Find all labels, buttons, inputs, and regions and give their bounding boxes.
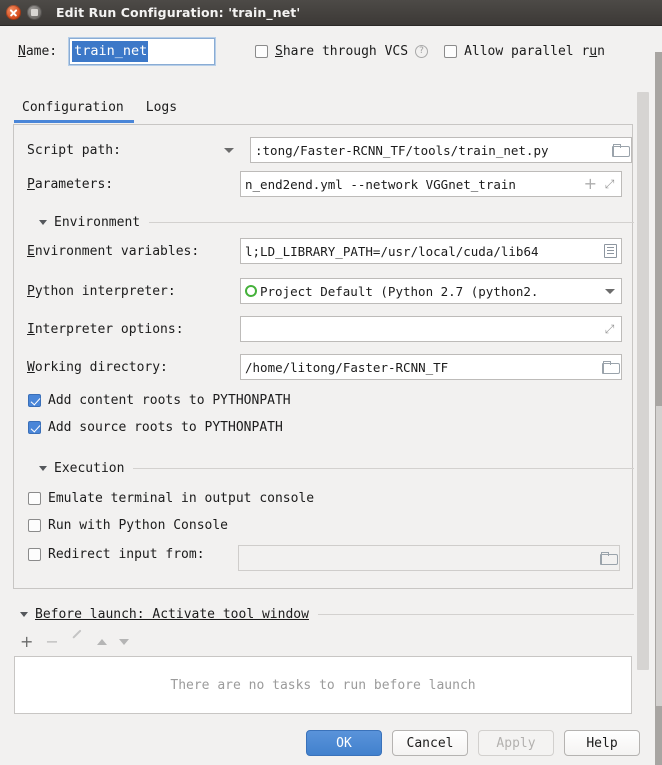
configuration-panel: Script path: :tong/Faster-RCNN_TF/tools/…: [13, 125, 634, 589]
options-row: Share through VCS ? Allow parallel run: [255, 34, 605, 68]
add-source-roots-label: Add source roots to PYTHONPATH: [48, 420, 283, 435]
add-source-roots-checkbox-box[interactable]: [28, 421, 41, 434]
environment-section-header[interactable]: Environment: [27, 213, 634, 231]
arrow-down-icon[interactable]: [118, 639, 129, 645]
script-path-label: Script path:: [27, 142, 121, 158]
chevron-down-icon[interactable]: [39, 465, 47, 471]
name-input[interactable]: train_net: [69, 37, 216, 65]
window-title: Edit Run Configuration: 'train_net': [56, 5, 301, 20]
expand-icon[interactable]: ⤢: [603, 322, 616, 336]
redirect-input-path-input[interactable]: [238, 545, 620, 571]
allow-parallel-label: Allow parallel run: [464, 43, 605, 59]
parameters-row: Parameters: n_end2end.yml --network VGGn…: [14, 170, 634, 198]
python-interpreter-value: Project Default (Python 2.7 (python2.: [260, 283, 539, 299]
interpreter-options-input[interactable]: ⤢: [240, 316, 622, 342]
script-path-value: :tong/Faster-RCNN_TF/tools/train_net.py: [255, 142, 549, 158]
working-directory-value: /home/litong/Faster-RCNN_TF: [245, 359, 449, 375]
close-icon[interactable]: [6, 5, 21, 20]
python-interpreter-label: Python interpreter:: [27, 283, 176, 299]
before-launch-section-header[interactable]: Before launch: Activate tool window: [0, 607, 638, 622]
working-directory-row: Working directory: /home/litong/Faster-R…: [14, 353, 634, 381]
interpreter-options-label: Interpreter options:: [27, 321, 184, 337]
name-input-value: train_net: [72, 40, 149, 62]
environment-variables-label: Environment variables:: [27, 243, 200, 259]
script-path-input[interactable]: :tong/Faster-RCNN_TF/tools/train_net.py: [250, 137, 632, 163]
python-icon: [245, 285, 257, 297]
before-launch-title: Before launch: Activate tool window: [35, 607, 309, 622]
share-vcs-label: Share through VCS: [275, 43, 409, 59]
section-divider: [317, 614, 638, 615]
section-divider: [149, 221, 634, 223]
apply-button[interactable]: Apply: [478, 730, 554, 756]
working-directory-input[interactable]: /home/litong/Faster-RCNN_TF: [240, 354, 622, 380]
parameters-input[interactable]: n_end2end.yml --network VGGnet_train + ⤢: [240, 171, 622, 197]
emulate-terminal-checkbox[interactable]: Emulate terminal in output console: [28, 491, 314, 506]
environment-section-title: Environment: [54, 214, 141, 230]
before-launch-toolbar: + −: [20, 634, 129, 650]
name-label: Name:: [18, 43, 58, 59]
execution-section-title: Execution: [54, 460, 125, 476]
before-launch-task-list[interactable]: There are no tasks to run before launch: [14, 656, 632, 714]
environment-variables-value: l;LD_LIBRARY_PATH=/usr/local/cuda/lib64: [245, 243, 539, 259]
tab-configuration[interactable]: Configuration: [14, 98, 134, 123]
arrow-up-icon[interactable]: [96, 639, 107, 645]
python-interpreter-select[interactable]: Project Default (Python 2.7 (python2.: [240, 278, 622, 304]
execution-section-header[interactable]: Execution: [27, 459, 634, 477]
run-with-python-console-checkbox[interactable]: Run with Python Console: [28, 518, 228, 533]
tab-logs[interactable]: Logs: [146, 98, 177, 121]
run-with-python-console-label: Run with Python Console: [48, 518, 229, 533]
edit-run-configuration-dialog: Name: train_net Share through VCS ? Allo…: [0, 26, 662, 765]
share-vcs-checkbox-box[interactable]: [255, 44, 268, 58]
plus-icon[interactable]: +: [584, 176, 597, 192]
allow-parallel-checkbox-box[interactable]: [444, 44, 458, 58]
help-icon[interactable]: ?: [415, 44, 429, 58]
add-task-button[interactable]: +: [20, 634, 33, 650]
interpreter-options-row: Interpreter options: ⤢: [14, 315, 634, 343]
add-content-roots-label: Add content roots to PYTHONPATH: [48, 393, 291, 408]
parameters-value: n_end2end.yml --network VGGnet_train: [245, 176, 516, 192]
emulate-terminal-label: Emulate terminal in output console: [48, 491, 315, 506]
add-content-roots-checkbox[interactable]: Add content roots to PYTHONPATH: [28, 393, 291, 408]
ok-button[interactable]: OK: [306, 730, 382, 756]
redirect-input-checkbox-box[interactable]: [28, 548, 41, 561]
chevron-down-icon[interactable]: [605, 288, 615, 294]
remove-task-button[interactable]: −: [45, 634, 58, 650]
redirect-input-label: Redirect input from:: [48, 547, 205, 562]
add-source-roots-checkbox[interactable]: Add source roots to PYTHONPATH: [28, 420, 283, 435]
parameters-label: Parameters:: [27, 176, 114, 192]
redirect-input-checkbox[interactable]: Redirect input from:: [28, 547, 205, 562]
cancel-button[interactable]: Cancel: [392, 730, 468, 756]
share-through-vcs-checkbox[interactable]: Share through VCS: [255, 44, 408, 59]
help-button[interactable]: Help: [564, 730, 640, 756]
list-icon[interactable]: [604, 244, 617, 258]
expand-icon[interactable]: ⤢: [603, 177, 616, 191]
maximize-icon[interactable]: [27, 5, 42, 20]
dialog-button-bar: OK Cancel Apply Help: [0, 721, 662, 765]
folder-icon[interactable]: [600, 552, 618, 565]
emulate-terminal-checkbox-box[interactable]: [28, 492, 41, 505]
pencil-icon[interactable]: [71, 635, 85, 649]
allow-parallel-run-checkbox[interactable]: Allow parallel run: [444, 44, 605, 59]
folder-icon[interactable]: [602, 361, 620, 374]
before-launch-empty-message: There are no tasks to run before launch: [170, 677, 476, 693]
chevron-down-icon[interactable]: [39, 219, 47, 225]
vertical-scrollbar-thumb[interactable]: [637, 92, 649, 670]
environment-variables-row: Environment variables: l;LD_LIBRARY_PATH…: [14, 237, 634, 265]
background-window-peek: [656, 406, 662, 706]
window-titlebar: Edit Run Configuration: 'train_net': [0, 0, 662, 26]
working-directory-label: Working directory:: [27, 359, 168, 375]
folder-icon[interactable]: [612, 144, 630, 157]
add-content-roots-checkbox-box[interactable]: [28, 394, 41, 407]
python-interpreter-row: Python interpreter: Project Default (Pyt…: [14, 277, 634, 305]
tab-bar: Configuration Logs: [0, 98, 662, 124]
vertical-scrollbar-track[interactable]: [634, 81, 654, 710]
chevron-down-icon[interactable]: [20, 612, 28, 617]
run-with-python-console-checkbox-box[interactable]: [28, 519, 41, 532]
script-path-row: Script path: :tong/Faster-RCNN_TF/tools/…: [14, 136, 634, 164]
section-divider: [133, 467, 634, 469]
environment-variables-input[interactable]: l;LD_LIBRARY_PATH=/usr/local/cuda/lib64: [240, 238, 622, 264]
chevron-down-icon[interactable]: [224, 147, 234, 153]
